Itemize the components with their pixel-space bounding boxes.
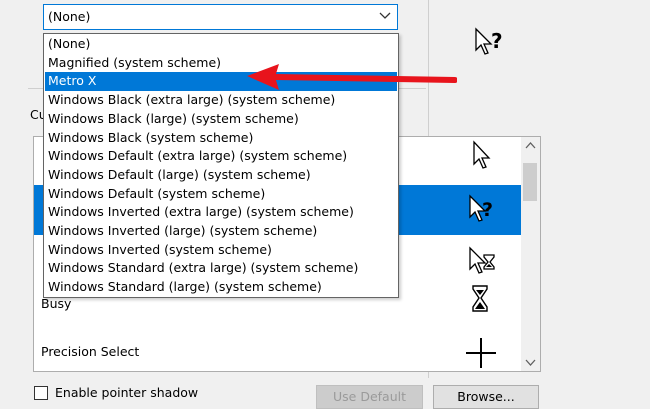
dropdown-option[interactable]: Windows Default (large) (system scheme) [45, 166, 397, 185]
scroll-down-icon[interactable] [521, 354, 540, 371]
dropdown-option[interactable]: Windows Standard (large) (system scheme) [45, 278, 397, 297]
precision-select-crosshair-icon [466, 338, 496, 368]
red-arrow-annotation-icon [247, 64, 457, 90]
chevron-down-icon[interactable] [378, 8, 392, 22]
scroll-up-icon[interactable] [521, 137, 540, 154]
browse-button[interactable]: Browse... [433, 385, 539, 409]
dropdown-option[interactable]: Windows Inverted (system scheme) [45, 241, 397, 260]
dropdown-option[interactable]: Windows Black (large) (system scheme) [45, 110, 397, 129]
svg-text:?: ? [491, 29, 503, 53]
list-item[interactable]: Precision Select [34, 335, 521, 371]
list-item-label: Busy [41, 296, 72, 311]
dropdown-option[interactable]: Windows Inverted (large) (system scheme) [45, 222, 397, 241]
list-item-label: Precision Select [41, 344, 140, 359]
svg-text:?: ? [482, 199, 493, 221]
working-in-background-cursor-icon [469, 246, 495, 274]
help-select-cursor-preview-icon: ? [475, 27, 503, 55]
dropdown-option[interactable]: Windows Default (extra large) (system sc… [45, 147, 397, 166]
list-scrollbar[interactable] [521, 137, 540, 371]
scheme-selected-value: (None) [48, 9, 91, 24]
help-select-cursor-icon: ? [469, 194, 493, 222]
pointer-shadow-checkbox[interactable] [34, 386, 48, 400]
dropdown-option[interactable]: Windows Inverted (extra large) (system s… [45, 203, 397, 222]
normal-select-cursor-icon [473, 140, 491, 169]
dropdown-option[interactable]: Windows Black (system scheme) [45, 129, 397, 148]
pointer-shadow-label: Enable pointer shadow [55, 385, 199, 400]
use-default-button[interactable]: Use Default [316, 385, 423, 409]
dropdown-option[interactable]: Windows Default (system scheme) [45, 185, 397, 204]
dropdown-option[interactable]: Windows Standard (extra large) (system s… [45, 259, 397, 278]
dropdown-option[interactable]: (None) [45, 35, 397, 54]
scheme-combobox[interactable]: (None) [43, 4, 398, 30]
busy-cursor-icon [472, 285, 488, 312]
scrollbar-thumb[interactable] [523, 163, 537, 201]
